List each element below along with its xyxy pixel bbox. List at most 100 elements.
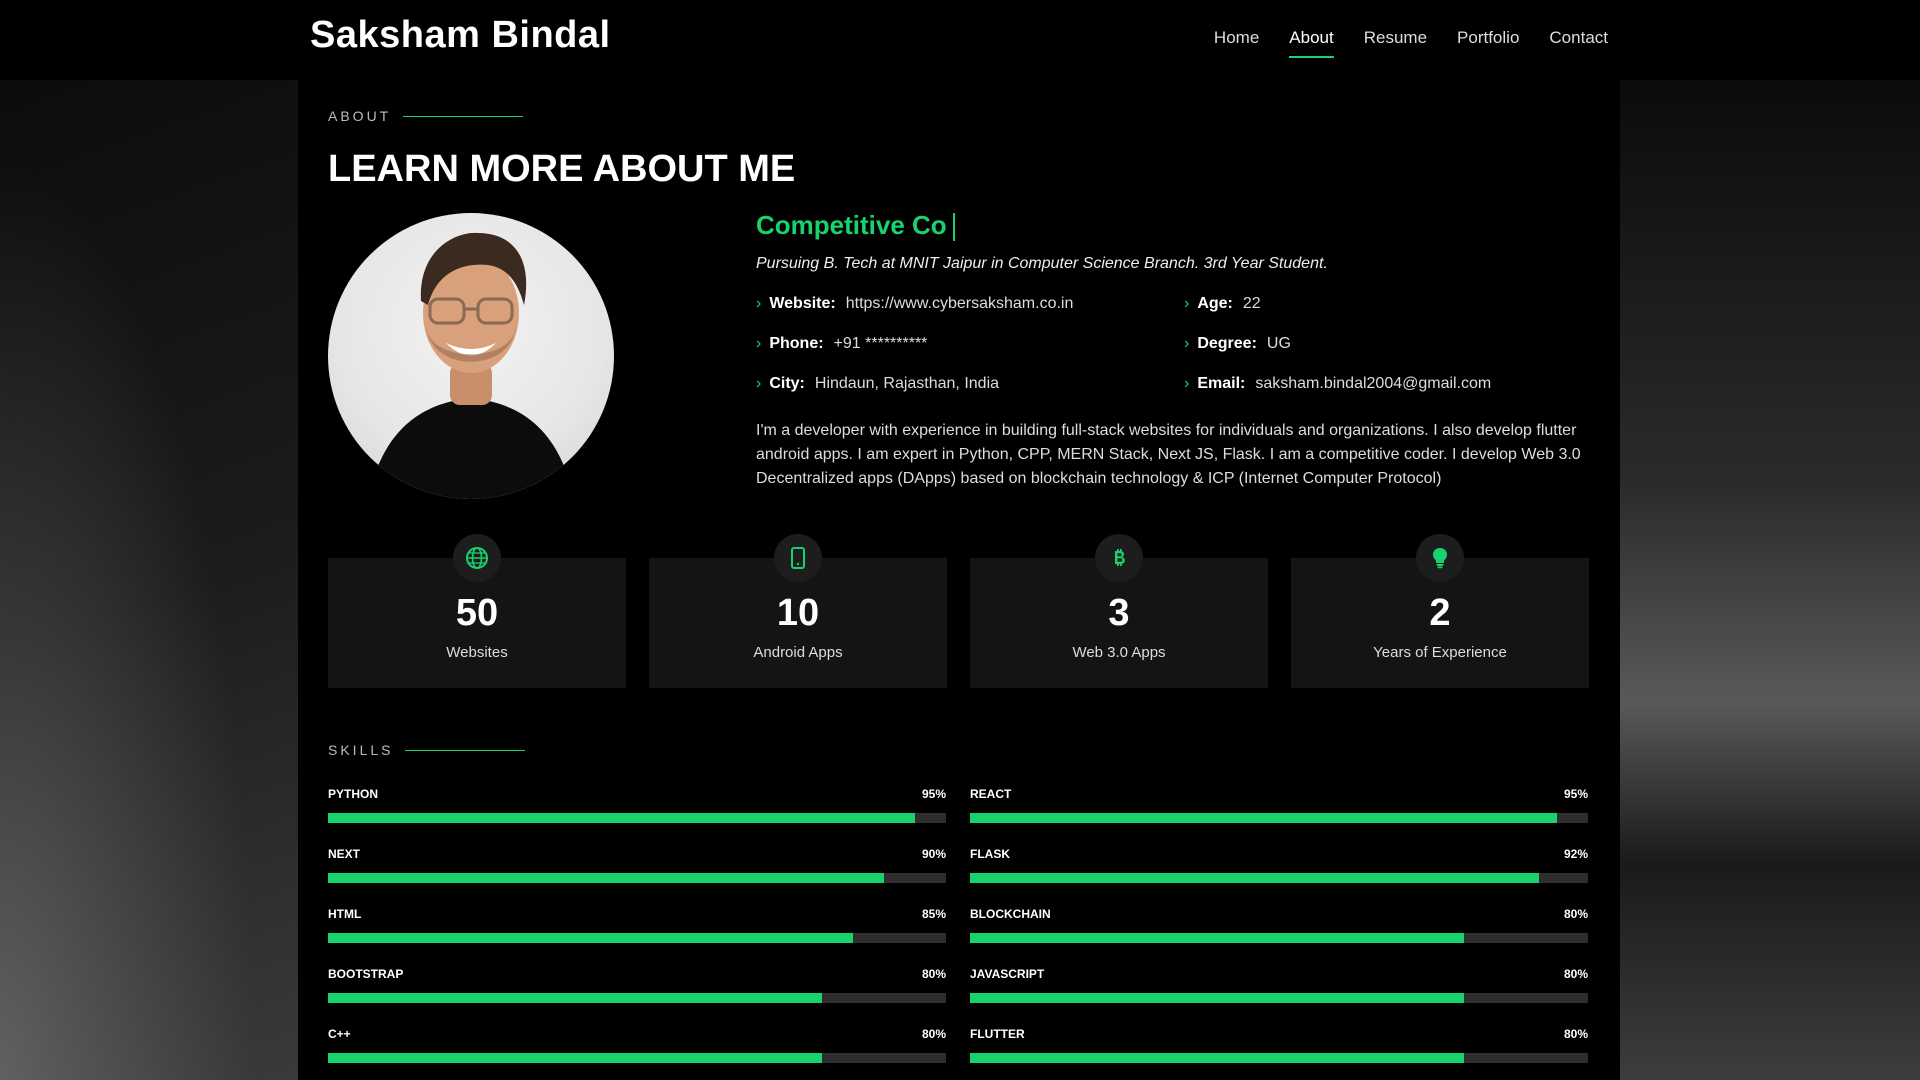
skill-header: JAVASCRIPT 80% xyxy=(970,967,1588,981)
fact-key: Age: xyxy=(1197,295,1233,313)
main-nav: Home About Resume Portfolio Contact xyxy=(1214,28,1608,58)
bio-paragraph: I'm a developer with experience in build… xyxy=(756,422,1581,488)
skill-item: BLOCKCHAIN 80% xyxy=(970,907,1588,943)
site-logo[interactable]: Saksham Bindal xyxy=(310,14,611,57)
stat-number: 10 xyxy=(776,592,820,634)
skill-header: FLASK 92% xyxy=(970,847,1588,861)
skill-progress-fill xyxy=(328,933,854,943)
fact-value[interactable]: saksham.bindal2004@gmail.com xyxy=(1255,375,1491,393)
skill-name: PYTHON xyxy=(328,787,379,801)
typed-role-text: Competitive Co xyxy=(756,210,947,240)
phone-icon xyxy=(774,534,822,582)
background-left-art xyxy=(0,0,300,1080)
fact-city: › City: Hindaun, Rajasthan, India xyxy=(756,375,1184,393)
skill-progress-fill xyxy=(970,813,1558,823)
fact-website: › Website: https://www.cybersaksham.co.in xyxy=(756,295,1184,313)
skill-item: BOOTSTRAP 80% xyxy=(328,967,946,1003)
skill-header: FLUTTER 80% xyxy=(970,1027,1588,1041)
skill-progress-track xyxy=(328,993,946,1003)
skill-item: JAVASCRIPT 80% xyxy=(970,967,1588,1003)
chevron-right-icon: › xyxy=(756,375,762,393)
tagline: Pursuing B. Tech at MNIT Jaipur in Compu… xyxy=(756,255,1328,273)
fact-value: 22 xyxy=(1242,295,1261,313)
skill-item: HTML 85% xyxy=(328,907,946,943)
fact-phone: › Phone: +91 ********** xyxy=(756,335,1184,353)
skill-name: NEXT xyxy=(328,847,361,861)
skill-progress-track xyxy=(328,933,946,943)
about-info: Competitive Co Pursuing B. Tech at MNIT … xyxy=(756,210,1586,491)
chevron-right-icon: › xyxy=(1184,375,1190,393)
nav-portfolio[interactable]: Portfolio xyxy=(1457,28,1519,58)
skill-name: REACT xyxy=(970,787,1012,801)
skill-progress-track xyxy=(328,873,946,883)
stat-number: 3 xyxy=(1108,592,1130,634)
fact-key: Website: xyxy=(769,295,836,313)
nav-contact[interactable]: Contact xyxy=(1549,28,1608,58)
typed-role: Competitive Co xyxy=(756,210,1586,242)
fact-key: Degree: xyxy=(1197,335,1257,353)
fact-age: › Age: 22 xyxy=(1184,295,1584,313)
skill-progress-track xyxy=(970,933,1588,943)
skill-name: BOOTSTRAP xyxy=(328,967,404,981)
skill-progress-track xyxy=(328,813,946,823)
skill-percent: 80% xyxy=(1563,907,1588,921)
typing-cursor xyxy=(952,213,955,242)
skill-progress-fill xyxy=(970,933,1465,943)
skill-percent: 80% xyxy=(1563,967,1588,981)
skill-progress-track xyxy=(970,1053,1588,1063)
skill-progress-fill xyxy=(970,993,1465,1003)
skill-percent: 80% xyxy=(921,1027,946,1041)
skill-header: REACT 95% xyxy=(970,787,1588,801)
skill-percent: 90% xyxy=(921,847,946,861)
nav-about[interactable]: About xyxy=(1289,28,1335,58)
stat-number: 2 xyxy=(1429,592,1451,634)
skill-header: NEXT 90% xyxy=(328,847,946,861)
about-section-tag: ABOUT xyxy=(328,108,524,124)
skill-progress-fill xyxy=(328,993,823,1003)
skill-progress-track xyxy=(970,813,1588,823)
skill-name: BLOCKCHAIN xyxy=(970,907,1051,921)
fact-value[interactable]: https://www.cybersaksham.co.in xyxy=(846,295,1074,313)
chevron-right-icon: › xyxy=(1184,335,1190,353)
skill-progress-fill xyxy=(328,1053,823,1063)
skill-name: HTML xyxy=(328,907,362,921)
stat-label: Years of Experience xyxy=(1373,644,1507,661)
skill-percent: 92% xyxy=(1563,847,1588,861)
fact-key: City: xyxy=(769,375,805,393)
skill-item: REACT 95% xyxy=(970,787,1588,823)
skill-percent: 80% xyxy=(921,967,946,981)
fact-value: +91 ********** xyxy=(833,335,928,353)
chevron-right-icon: › xyxy=(756,295,762,313)
chevron-right-icon: › xyxy=(1184,295,1190,313)
nav-resume[interactable]: Resume xyxy=(1364,28,1427,58)
about-tag-line xyxy=(403,115,524,117)
profile-photo xyxy=(328,213,614,499)
skill-header: C++ 80% xyxy=(328,1027,946,1041)
lightbulb-icon xyxy=(1416,534,1464,582)
skill-name: FLASK xyxy=(970,847,1010,861)
skill-name: FLUTTER xyxy=(970,1027,1025,1041)
skill-item: FLUTTER 80% xyxy=(970,1027,1588,1063)
skill-item: FLASK 92% xyxy=(970,847,1588,883)
chevron-right-icon: › xyxy=(756,335,762,353)
skill-item: NEXT 90% xyxy=(328,847,946,883)
stat-card: 10 Android Apps xyxy=(649,534,947,688)
skill-percent: 95% xyxy=(1563,787,1588,801)
fact-email: › Email: saksham.bindal2004@gmail.com xyxy=(1184,375,1584,393)
stat-card: 3 Web 3.0 Apps xyxy=(970,534,1268,688)
skill-name: JAVASCRIPT xyxy=(970,967,1045,981)
background-right-art xyxy=(1620,0,1920,1080)
skill-item: C++ 80% xyxy=(328,1027,946,1063)
skill-header: BOOTSTRAP 80% xyxy=(328,967,946,981)
skill-progress-fill xyxy=(328,813,916,823)
facts-list: › Website: https://www.cybersaksham.co.in … xyxy=(756,295,1586,393)
skill-name: C++ xyxy=(328,1027,351,1041)
skill-percent: 85% xyxy=(921,907,946,921)
stat-card: 2 Years of Experience xyxy=(1291,534,1589,688)
nav-home[interactable]: Home xyxy=(1214,28,1259,58)
profile-photo-illustration xyxy=(368,232,574,499)
page-title: LEARN MORE ABOUT ME xyxy=(328,148,796,190)
skill-header: PYTHON 95% xyxy=(328,787,946,801)
stat-label: Web 3.0 Apps xyxy=(1072,644,1166,661)
fact-key: Email: xyxy=(1197,375,1246,393)
